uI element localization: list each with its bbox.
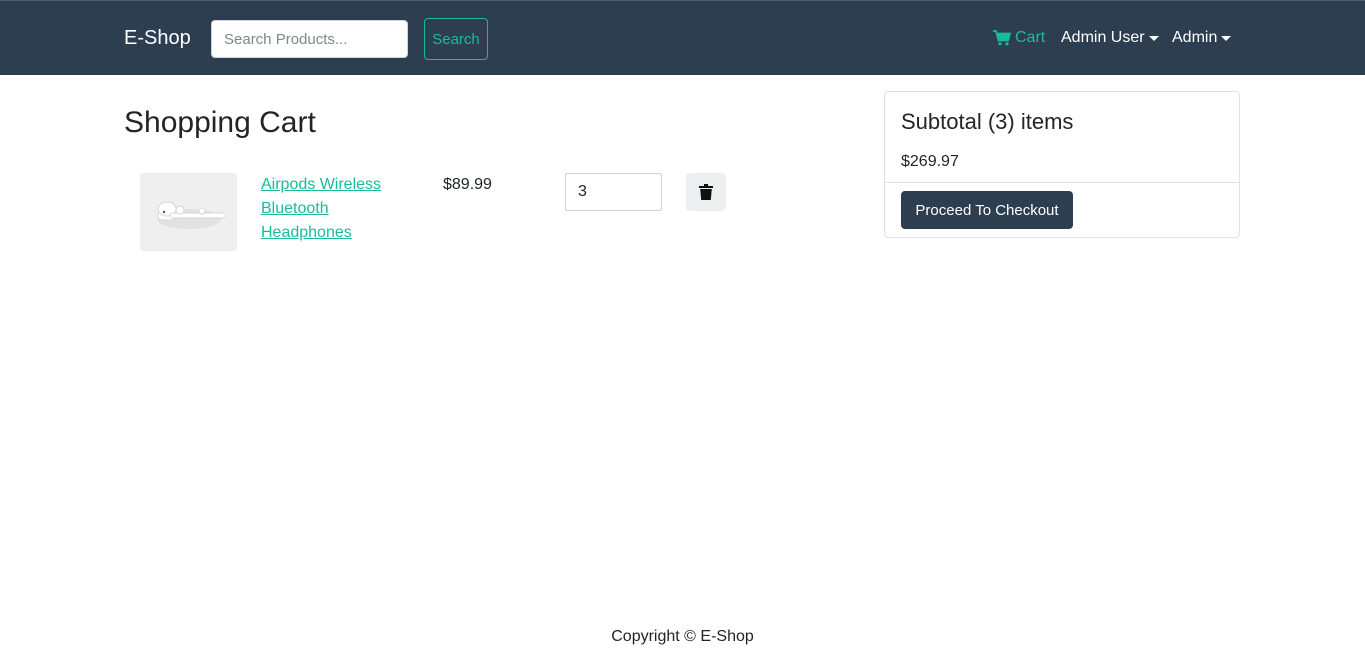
caret-down-icon — [1148, 35, 1159, 41]
product-thumbnail — [140, 173, 237, 251]
nav-cart-label: Cart — [1015, 29, 1046, 46]
product-price: $89.99 — [443, 176, 492, 193]
caret-down-icon — [1221, 35, 1232, 41]
order-summary-card: Subtotal (3) items $269.97 Proceed To Ch… — [884, 91, 1240, 238]
nav-cart-link[interactable]: Cart — [993, 29, 1045, 47]
divider — [885, 182, 1239, 183]
brand-logo-link[interactable]: E-Shop — [124, 27, 191, 50]
admin-menu-dropdown[interactable]: Admin — [1172, 29, 1232, 47]
top-navbar: E-Shop Search Cart Admin User Admin — [0, 0, 1365, 75]
trash-icon — [699, 184, 713, 200]
subtotal-heading: Subtotal (3) items — [901, 109, 1074, 134]
page-title: Shopping Cart — [124, 106, 316, 139]
quantity-input[interactable] — [565, 173, 662, 211]
user-menu-dropdown[interactable]: Admin User — [1061, 29, 1159, 47]
footer-copyright: Copyright © E-Shop — [611, 628, 754, 645]
search-input[interactable] — [211, 20, 408, 58]
product-name-link[interactable]: Airpods Wireless Bluetooth Headphones — [261, 173, 401, 245]
user-menu-label: Admin User — [1061, 29, 1145, 46]
airpods-image — [140, 173, 237, 251]
remove-item-button[interactable] — [686, 173, 726, 211]
shopping-cart-icon — [993, 30, 1011, 46]
subtotal-amount: $269.97 — [901, 153, 959, 170]
search-button[interactable]: Search — [424, 18, 488, 60]
proceed-to-checkout-button[interactable]: Proceed To Checkout — [901, 191, 1073, 229]
admin-menu-label: Admin — [1172, 29, 1218, 46]
